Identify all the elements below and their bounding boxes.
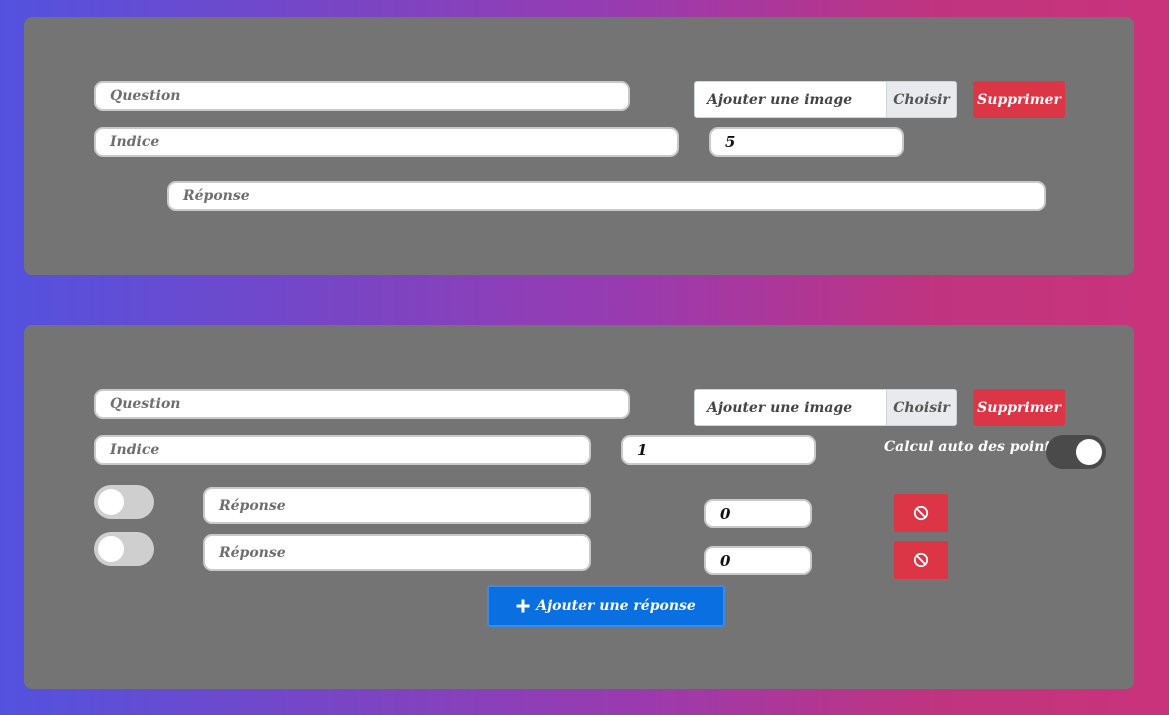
image-upload-label: Ajouter une image (707, 399, 853, 416)
plus-icon (516, 599, 530, 613)
question-card-1: Question Ajouter une image Choisir Suppr… (24, 17, 1134, 275)
choose-file-button[interactable]: Choisir (886, 390, 956, 425)
ban-icon (913, 505, 929, 521)
points-input[interactable]: 1 (621, 435, 816, 465)
add-answer-label: Ajouter une réponse (536, 598, 696, 614)
hint-input[interactable]: Indice (94, 435, 591, 465)
auto-points-label: Calcul auto des points (884, 439, 1059, 455)
toggle-knob (1076, 439, 1102, 465)
answer-input[interactable]: Réponse (167, 181, 1046, 211)
image-upload-label: Ajouter une image (707, 91, 853, 108)
answer-input[interactable]: Réponse (203, 487, 591, 524)
ban-icon (913, 552, 929, 568)
correct-answer-toggle[interactable] (94, 485, 154, 519)
question-input[interactable]: Question (94, 81, 630, 111)
answer-input[interactable]: Réponse (203, 534, 591, 571)
image-upload[interactable]: Ajouter une image Choisir (694, 81, 957, 118)
points-input[interactable]: 5 (709, 127, 904, 157)
auto-points-toggle[interactable] (1046, 435, 1106, 469)
question-input[interactable]: Question (94, 389, 630, 419)
answer-points-input[interactable]: 0 (704, 546, 812, 575)
delete-question-button[interactable]: Supprimer (973, 389, 1065, 426)
correct-answer-toggle[interactable] (94, 532, 154, 566)
toggle-knob (98, 536, 124, 562)
hint-input[interactable]: Indice (94, 127, 679, 157)
image-upload[interactable]: Ajouter une image Choisir (694, 389, 957, 426)
choose-file-button[interactable]: Choisir (886, 82, 956, 117)
question-card-2: Question Ajouter une image Choisir Suppr… (24, 325, 1134, 689)
add-answer-button[interactable]: Ajouter une réponse (487, 585, 725, 627)
delete-question-button[interactable]: Supprimer (973, 81, 1065, 118)
remove-answer-button[interactable] (894, 541, 948, 579)
toggle-knob (98, 489, 124, 515)
answer-points-input[interactable]: 0 (704, 499, 812, 528)
remove-answer-button[interactable] (894, 494, 948, 532)
